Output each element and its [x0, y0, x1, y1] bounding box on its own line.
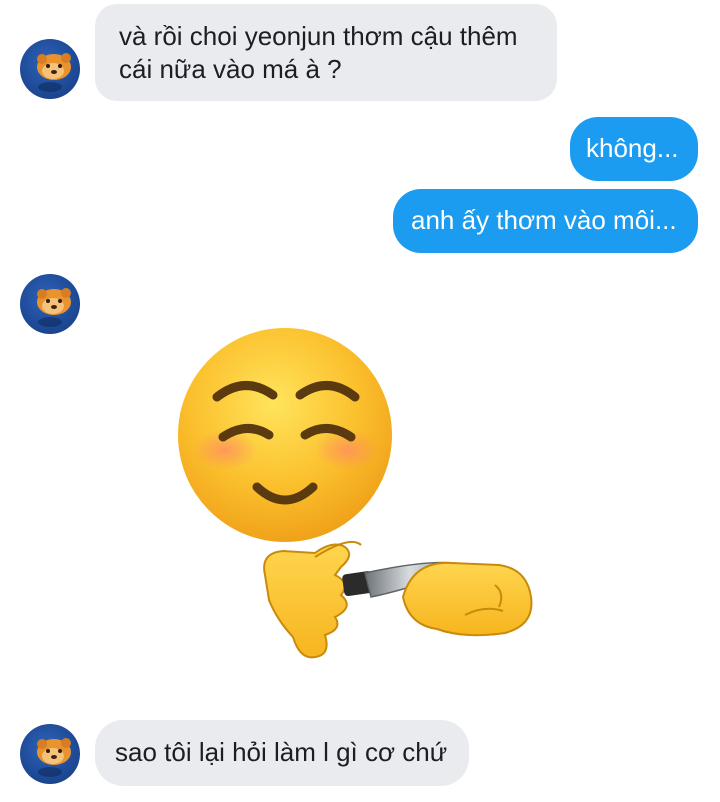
incoming-message[interactable]: sao tôi lại hỏi làm l gì cơ chứ — [95, 720, 469, 786]
message-text: và rồi choi yeonjun thơm cậu thêm — [119, 21, 518, 51]
contact-avatar[interactable] — [20, 39, 80, 99]
message-text: sao tôi lại hỏi làm l gì cơ chứ — [115, 737, 448, 767]
avatar-character-icon — [37, 288, 71, 327]
message-text: anh ấy thơm vào môi... — [411, 205, 677, 235]
outgoing-message[interactable]: không... — [570, 117, 698, 181]
message-text: không... — [586, 133, 679, 163]
incoming-message[interactable]: và rồi choi yeonjun thơm cậu thêm cái nữ… — [95, 4, 557, 101]
avatar-character-icon — [37, 738, 71, 777]
contact-avatar[interactable] — [20, 274, 80, 334]
outgoing-message[interactable]: anh ấy thơm vào môi... — [393, 189, 698, 253]
sticker-image — [178, 328, 533, 659]
contact-avatar[interactable] — [20, 724, 80, 784]
message-text: cái nữa vào má à ? — [119, 54, 342, 84]
blushing-face-with-knife-sticker[interactable] — [165, 325, 555, 675]
avatar-character-icon — [37, 53, 71, 92]
